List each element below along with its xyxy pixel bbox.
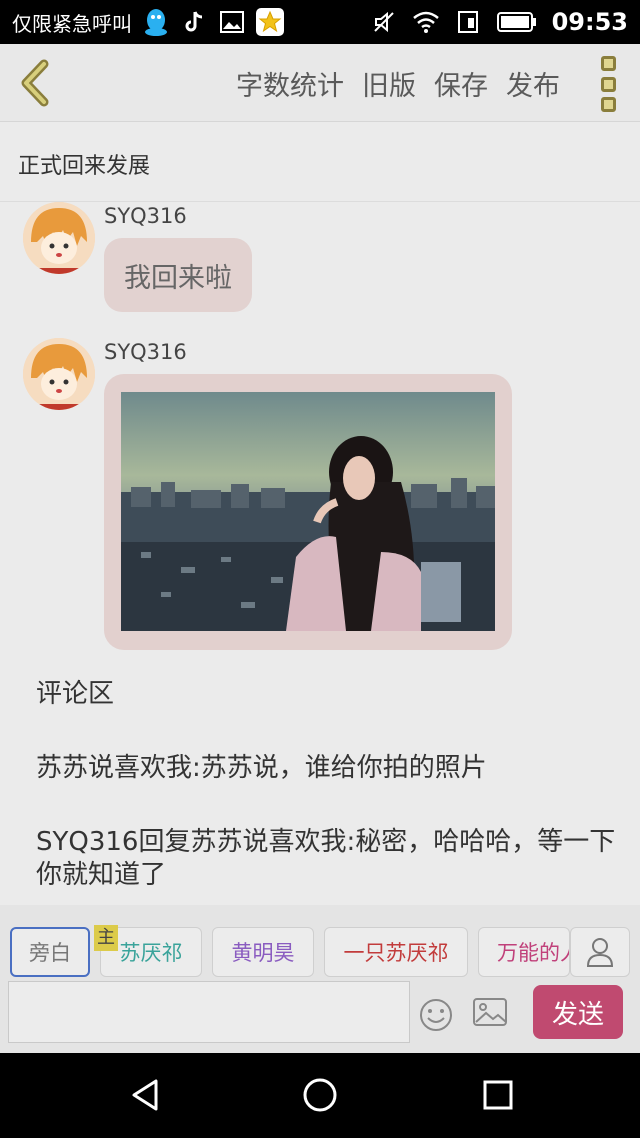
person-icon <box>586 938 614 967</box>
image-upload-button[interactable] <box>472 997 508 1029</box>
editor-toolbar: 字数统计 旧版 保存 发布 <box>0 44 640 122</box>
avatar[interactable] <box>23 338 95 410</box>
message-photo[interactable] <box>121 392 495 631</box>
message-bubble[interactable]: 我回来啦 <box>104 238 252 312</box>
document-title[interactable]: 正式回来发展 <box>0 122 640 202</box>
mute-icon <box>370 8 398 36</box>
navigation-bar <box>0 1053 640 1138</box>
nav-back-button[interactable] <box>126 1075 166 1115</box>
avatar[interactable] <box>23 202 95 274</box>
status-notification-text: 仅限紧急呼叫 <box>12 11 132 36</box>
triangle-back-icon <box>132 1079 158 1111</box>
role-narrator[interactable]: 旁白 <box>10 927 90 977</box>
main-role-badge: 主 <box>94 925 118 951</box>
chevron-left-icon <box>21 59 49 107</box>
back-button[interactable] <box>12 56 62 110</box>
publish-button[interactable]: 发布 <box>506 64 560 103</box>
square-recents-icon <box>483 1080 513 1110</box>
image-message-bubble[interactable] <box>104 374 512 650</box>
image-icon <box>473 998 507 1026</box>
battery-icon <box>496 8 538 36</box>
more-vertical-icon[interactable] <box>596 56 620 112</box>
message-input[interactable] <box>8 981 410 1043</box>
tiktok-icon <box>180 8 208 36</box>
send-button[interactable]: 发送 <box>533 985 623 1039</box>
old-version-button[interactable]: 旧版 <box>362 64 416 103</box>
sim-icon <box>454 8 482 36</box>
word-count-button[interactable]: 字数统计 <box>236 64 344 103</box>
comment-item: 苏苏说喜欢我:苏苏说，谁给你拍的照片 <box>36 752 487 783</box>
message-username: SYQ316 <box>104 340 187 364</box>
save-button[interactable]: 保存 <box>434 64 488 103</box>
status-bar: 仅限紧急呼叫 09:53 <box>0 0 640 44</box>
role-button[interactable]: 黄明昊 <box>212 927 314 977</box>
smiley-icon <box>420 999 452 1031</box>
nav-recents-button[interactable] <box>478 1075 518 1115</box>
comment-section: 评论区 苏苏说喜欢我:苏苏说，谁给你拍的照片 SYQ316回复苏苏说喜欢我:秘密… <box>36 678 616 933</box>
star-app-icon <box>256 8 284 36</box>
comment-heading: 评论区 <box>36 679 115 709</box>
message-username: SYQ316 <box>104 204 187 228</box>
role-button[interactable]: 万能的人 <box>478 927 570 977</box>
qq-icon <box>142 8 170 36</box>
role-input-bar: 旁白 苏厌祁 主 黄明昊 一只苏厌祁 万能的人 发送 <box>0 905 640 1055</box>
emoji-button[interactable] <box>418 997 454 1033</box>
gallery-icon <box>218 8 246 36</box>
nav-home-button[interactable] <box>300 1075 340 1115</box>
toolbar-actions: 字数统计 旧版 保存 发布 <box>236 64 560 103</box>
status-time: 09:53 <box>551 8 628 36</box>
role-button[interactable]: 一只苏厌祁 <box>324 927 468 977</box>
comment-item: SYQ316回复苏苏说喜欢我:秘密，哈哈哈，等一下你就知道了 <box>36 826 616 891</box>
add-role-button[interactable] <box>570 927 630 977</box>
circle-home-icon <box>303 1078 337 1112</box>
wifi-icon <box>412 8 440 36</box>
